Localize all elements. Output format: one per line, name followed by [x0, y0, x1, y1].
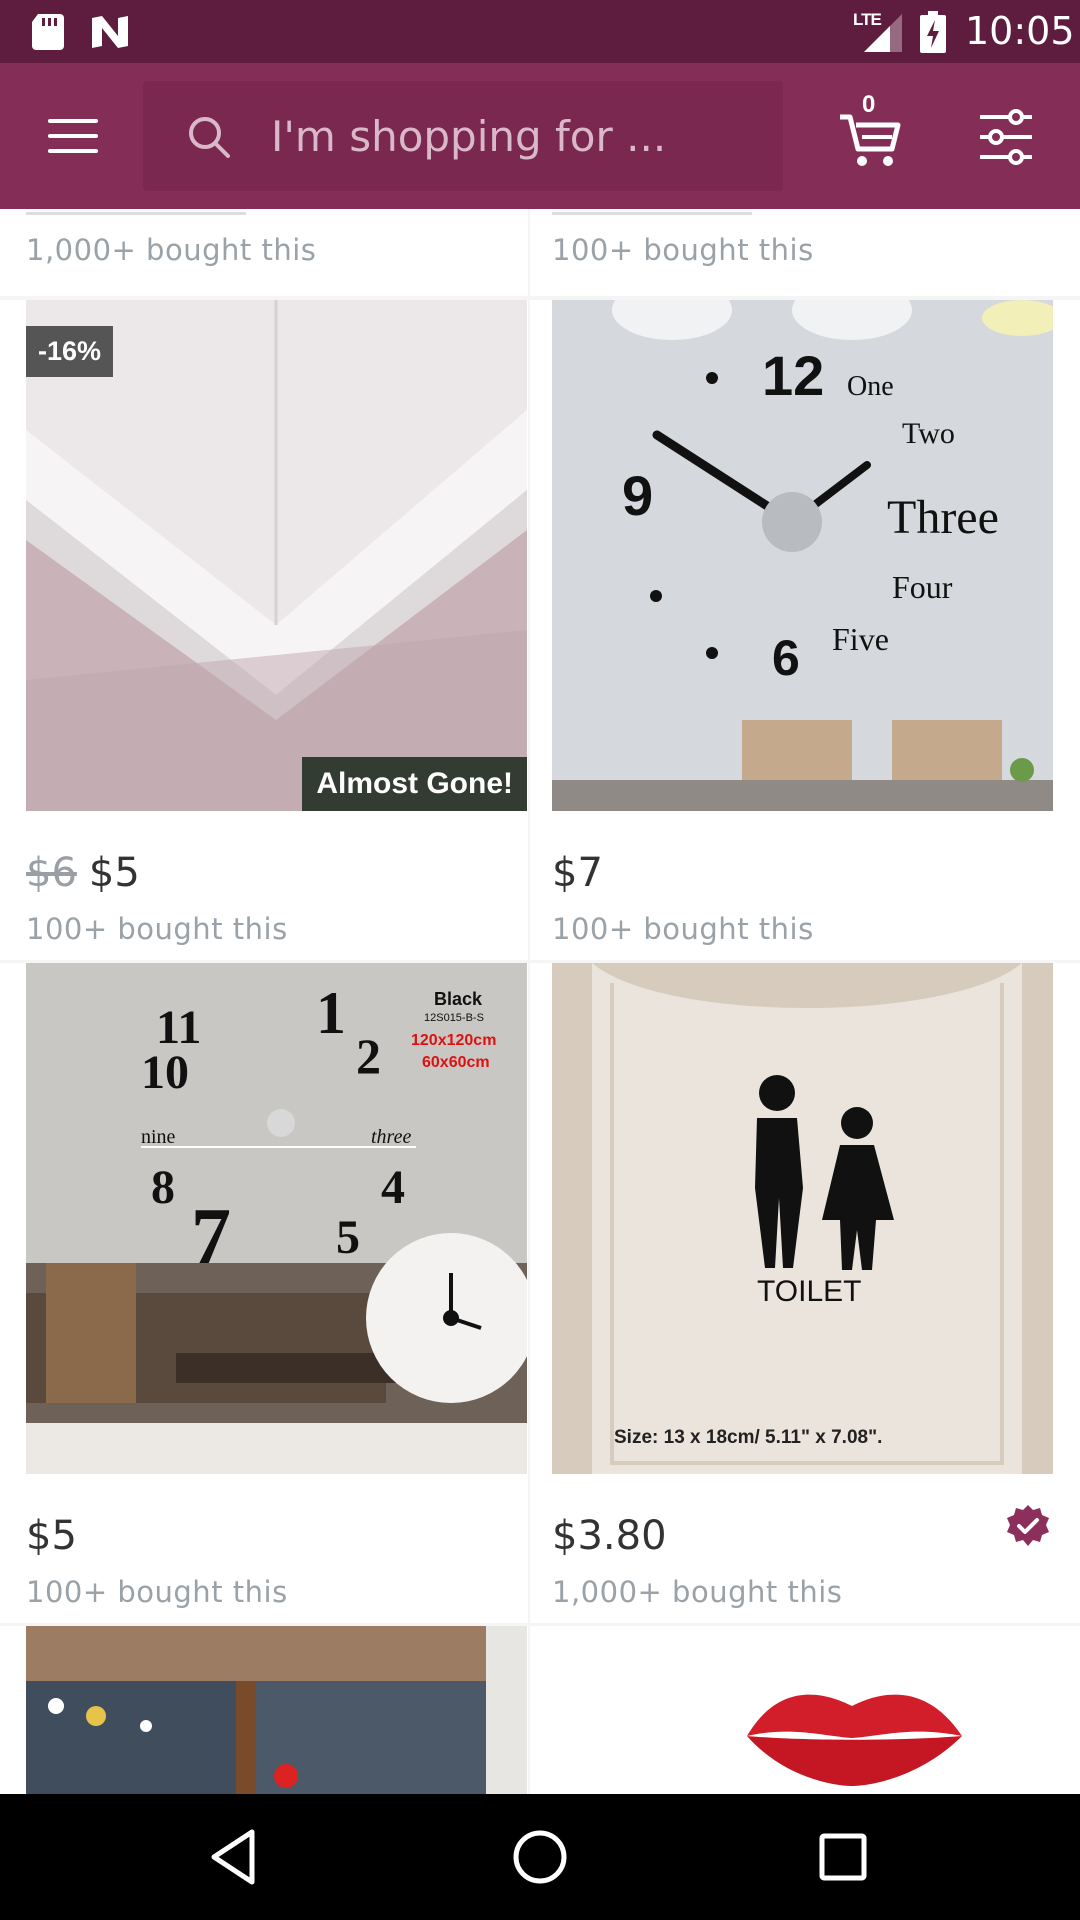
clock: 10:05: [965, 9, 1075, 53]
svg-text:9: 9: [622, 464, 653, 527]
product-image-molding[interactable]: -16% Almost Gone!: [26, 300, 527, 811]
svg-text:10: 10: [141, 1046, 189, 1099]
price-cutoff: [26, 209, 246, 215]
product-image-window-stickers[interactable]: [26, 1626, 527, 1794]
svg-text:4: 4: [381, 1161, 405, 1214]
product-image-lips-sticker[interactable]: [552, 1626, 1053, 1794]
hamburger-icon-line: [48, 134, 98, 138]
lips-sticker-image: [552, 1626, 1053, 1794]
search-icon: [189, 117, 230, 158]
product-card[interactable]: 100+ bought this: [530, 209, 1080, 296]
product-card[interactable]: -16% Almost Gone! $6 $5 100+ bought this: [0, 300, 528, 960]
bought-count: 1,000+ bought this: [26, 233, 317, 267]
recents-button[interactable]: [808, 1824, 878, 1890]
filter-sliders-icon: [980, 109, 1032, 165]
original-price: $6: [26, 850, 77, 896]
bought-count: 1,000+ bought this: [552, 1575, 843, 1609]
price: $5: [26, 1513, 77, 1559]
product-card[interactable]: [530, 1626, 1080, 1794]
product-card[interactable]: 11 10 1 2 nine three 8 4 7 5 Black 12S01…: [0, 963, 528, 1623]
product-grid: 1,000+ bought this 100+ bought this -16%…: [0, 209, 1080, 1794]
status-bar: LTE 10:05: [0, 0, 1080, 63]
cart-button[interactable]: 0: [838, 91, 902, 167]
bought-count: 100+ bought this: [552, 233, 814, 267]
price-cutoff: [552, 209, 752, 215]
svg-text:12: 12: [762, 344, 824, 407]
sale-price: $5: [88, 850, 140, 896]
window-stickers-image: [26, 1626, 527, 1794]
price-row: $7: [552, 850, 603, 896]
product-card[interactable]: 1,000+ bought this: [0, 209, 528, 296]
price-row: $5: [26, 1513, 77, 1559]
svg-text:6: 6: [772, 630, 800, 686]
image-sku-label: 12S015-B-S: [424, 1012, 484, 1024]
wall-clock-image: 12 9 6 One Two Three Four Five: [552, 300, 1053, 811]
svg-text:5: 5: [336, 1211, 360, 1264]
svg-text:8: 8: [151, 1161, 175, 1214]
svg-text:Four: Four: [892, 569, 953, 605]
home-button[interactable]: [505, 1824, 575, 1890]
search-input[interactable]: [271, 105, 751, 167]
system-nav-bar: [0, 1794, 1080, 1920]
discount-badge: -16%: [26, 326, 114, 377]
bought-count: 100+ bought this: [26, 1575, 288, 1609]
almost-gone-badge: Almost Gone!: [302, 757, 527, 811]
price-row: $3.80: [552, 1513, 667, 1559]
price-row: $6 $5: [26, 850, 140, 896]
product-card[interactable]: [0, 1626, 528, 1794]
sd-card-icon: [32, 14, 64, 50]
product-image-wall-clock[interactable]: 12 9 6 One Two Three Four Five: [552, 300, 1053, 811]
product-image-diy-clock[interactable]: 11 10 1 2 nine three 8 4 7 5 Black 12S01…: [26, 963, 527, 1474]
svg-text:Three: Three: [887, 491, 999, 544]
menu-button[interactable]: [40, 111, 106, 161]
bought-count: 100+ bought this: [26, 912, 288, 946]
svg-text:2: 2: [356, 1028, 381, 1084]
svg-text:three: three: [371, 1126, 411, 1148]
product-card[interactable]: TOILET Size: 13 x 18cm/ 5.11" x 7.08". $…: [530, 963, 1080, 1623]
svg-text:1: 1: [316, 980, 346, 1046]
signal-icon: [864, 14, 902, 52]
back-button[interactable]: [200, 1824, 270, 1890]
image-size2-label: 60x60cm: [422, 1054, 490, 1071]
svg-text:7: 7: [191, 1193, 231, 1281]
svg-text:Two: Two: [902, 417, 955, 450]
product-card[interactable]: 12 9 6 One Two Three Four Five $7 100+ b…: [530, 300, 1080, 960]
svg-text:nine: nine: [141, 1126, 176, 1148]
battery-charging-icon: [920, 11, 946, 53]
hamburger-icon-line: [48, 149, 98, 153]
home-icon: [513, 1830, 567, 1884]
svg-text:One: One: [847, 371, 894, 402]
bought-count: 100+ bought this: [552, 912, 814, 946]
filter-button[interactable]: [978, 107, 1034, 167]
notification-n-icon: [92, 16, 128, 48]
toilet-sticker-image: TOILET Size: 13 x 18cm/ 5.11" x 7.08".: [552, 963, 1053, 1474]
search-bar[interactable]: [143, 81, 783, 191]
size-label: Size: 13 x 18cm/ 5.11" x 7.08".: [614, 1427, 882, 1448]
svg-text:Five: Five: [832, 621, 889, 657]
cart-count: 0: [862, 91, 876, 118]
app-header: 0: [0, 63, 1080, 209]
toilet-label: TOILET: [757, 1275, 861, 1308]
image-color-label: Black: [434, 989, 483, 1009]
back-icon: [211, 1829, 255, 1885]
diy-clock-image: 11 10 1 2 nine three 8 4 7 5 Black 12S01…: [26, 963, 527, 1474]
recents-icon: [819, 1833, 867, 1881]
verified-check-icon: [1007, 1505, 1049, 1546]
image-size1-label: 120x120cm: [411, 1032, 496, 1049]
product-image-toilet-sticker[interactable]: TOILET Size: 13 x 18cm/ 5.11" x 7.08".: [552, 963, 1053, 1474]
price: $3.80: [552, 1513, 667, 1559]
price: $7: [552, 850, 603, 896]
hamburger-icon: [48, 119, 98, 123]
